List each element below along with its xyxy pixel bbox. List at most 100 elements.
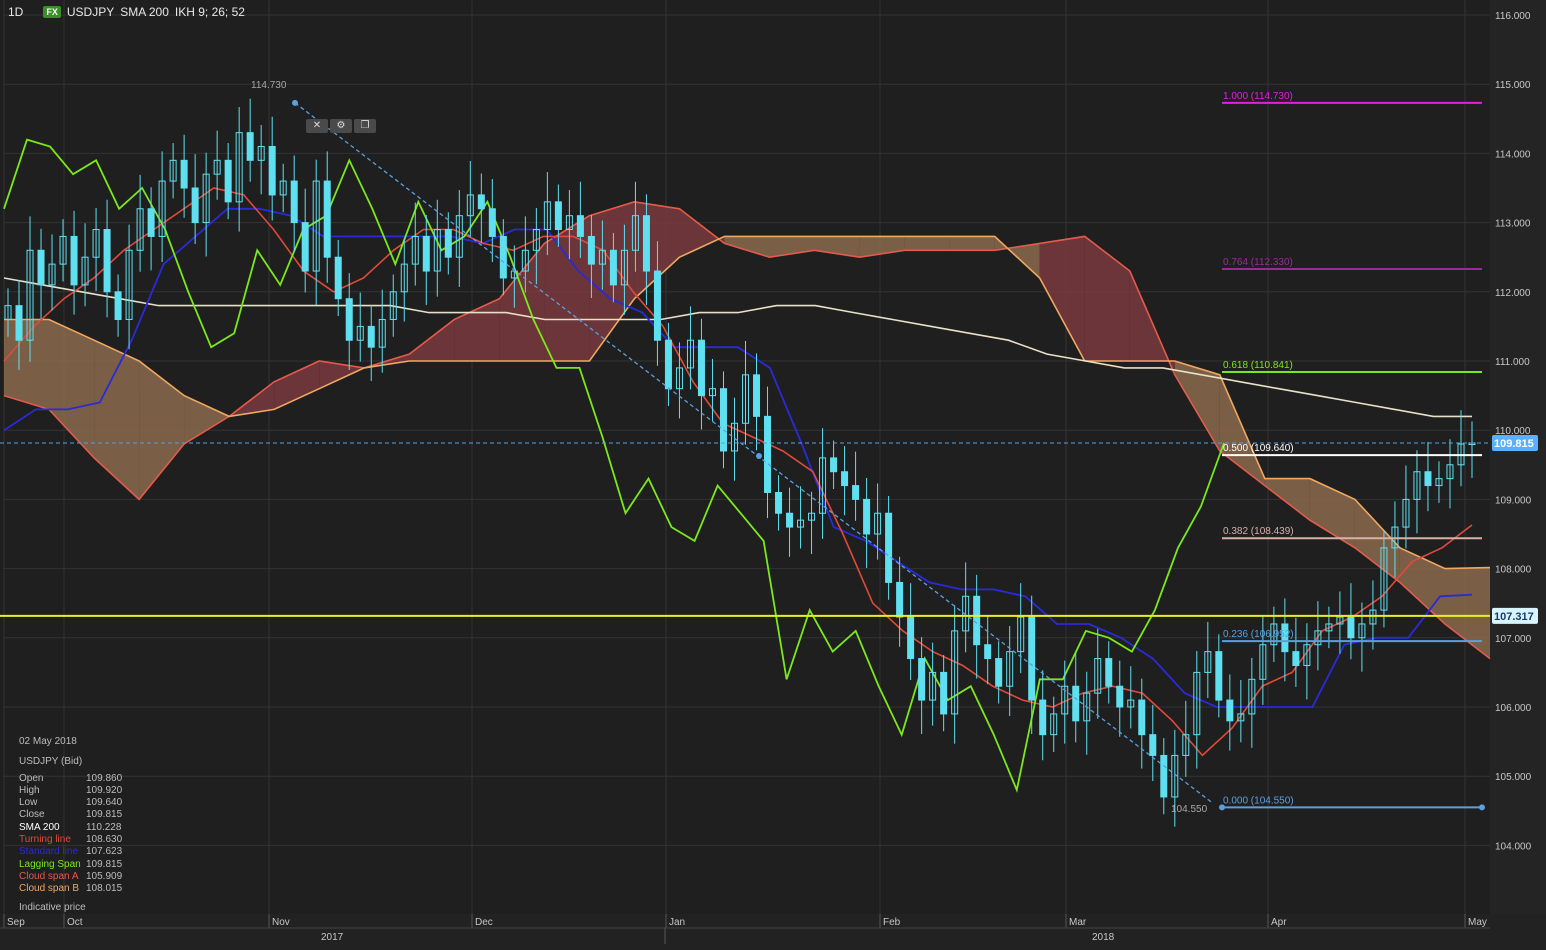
current-price-label: 109.815 [1494,438,1534,450]
candle-body [477,194,485,210]
candle-body [786,512,794,528]
candle-body [1424,471,1432,487]
info-instrument: USDJPY (Bid) [19,756,83,768]
candle-body [499,235,507,279]
candle-body [587,235,595,265]
fib-level-label: 0.764 (112.330) [1223,257,1293,268]
info-row: Turning line 108.630 [19,834,122,846]
candle-body [422,235,430,272]
info-row: High 109.920 [19,785,122,797]
candle-body [697,339,705,397]
price-tick-label: 116.000 [1495,11,1531,22]
candle-body [1292,651,1300,666]
candle-body [896,581,904,618]
fib-level-label: 1.000 (114.730) [1223,91,1293,102]
candle-body [764,415,772,493]
info-row-label: Cloud span A [19,870,79,882]
candle-body [1028,616,1036,701]
candle-body [1116,685,1124,708]
candle-body [15,305,23,341]
fx-badge-icon: FX [43,6,61,18]
info-row: Open 109.860 [19,773,122,785]
cloud-segment [904,236,950,251]
cloud-segment [4,319,49,410]
fib-anchor [1479,804,1485,811]
timeframe-label[interactable]: 1D [8,5,23,19]
trend-anchor [756,453,762,459]
copy-icon[interactable]: ❐ [354,119,376,133]
candle-body [609,249,617,286]
price-chart[interactable]: 116.000 115.000 114.000 113.000 112.000 111.0… [0,0,1546,950]
info-row-label: High [19,784,40,796]
info-row-value: 110.228 [86,821,122,833]
candle-body [290,180,298,224]
candle-body [114,291,122,320]
year-label: 2018 [1092,932,1115,943]
month-label: Mar [1069,917,1087,928]
fib-level-label: 0.618 (110.841) [1223,360,1293,371]
info-row: Cloud span A 105.909 [19,871,122,883]
month-label: Nov [272,917,290,928]
month-label: Jan [669,917,685,928]
info-row-label: Low [19,797,38,809]
close-icon[interactable]: ✕ [306,119,328,133]
candle-body [1160,754,1168,798]
info-row-label: SMA 200 [19,821,60,833]
candle-body [444,229,452,258]
candle-body [323,180,331,258]
study-ichimoku-label[interactable]: IKH 9; 26; 52 [175,5,245,19]
candle-body [224,159,232,203]
candle-body [1215,651,1223,701]
info-row-value: 108.015 [86,883,123,895]
candle-body [1072,685,1080,722]
chart-header: 1D FX USDJPY SMA 200 IKH 9; 26; 52 [8,4,245,20]
month-label: Apr [1271,917,1287,928]
info-row-value: 109.920 [86,784,123,796]
candle-body [653,270,661,341]
candle-body [1347,616,1355,639]
info-row-label: Lagging Span [19,858,81,870]
candle-body [345,298,353,341]
info-row-value: 108.630 [86,834,123,846]
info-rows: Open 109.860 High 109.920 Low 109.640 Close 109… [19,773,122,896]
info-row-label: Cloud span B [19,883,80,895]
fib-level-label: 0.382 (108.439) [1223,526,1294,537]
price-tick-label: 106.000 [1495,703,1532,714]
candle-body [642,215,650,272]
candle-body [995,658,1003,687]
candle-body [885,512,893,583]
fib-anchor [1219,804,1225,811]
symbol-label[interactable]: USDJPY [67,5,114,19]
info-footer: Indicative price [19,901,86,913]
info-row: Lagging Span 109.815 [19,859,122,871]
info-row-label: Close [19,809,45,821]
candle-body [268,145,276,196]
info-row: Standard line 107.623 [19,846,122,858]
candle-body [334,256,342,300]
info-row-label: Standard line [19,846,78,858]
candle-body [1105,658,1113,687]
candle-body [984,644,992,660]
candle-body [719,388,727,452]
price-tick-label: 109.000 [1495,495,1532,506]
candle-body [830,457,838,473]
hline-price-label: 107.317 [1494,611,1534,623]
price-tick-label: 115.000 [1495,80,1531,91]
candle-body [37,249,45,286]
cloud-segment [949,236,995,251]
month-label: May [1468,917,1487,928]
trend-anchor [292,99,298,106]
candle-body [191,187,199,224]
candle-body [70,235,78,286]
candle-body [775,491,783,514]
price-tick-label: 111.000 [1495,357,1530,368]
month-label: Feb [883,917,901,928]
candle-body [753,374,761,417]
year-label: 2017 [321,932,344,943]
gear-icon[interactable]: ⚙ [330,119,352,133]
candle-body [1039,699,1047,736]
info-row: SMA 200 110.228 [19,822,122,834]
study-sma-label[interactable]: SMA 200 [120,5,169,19]
candle-body [664,339,672,390]
candle-body [180,159,188,189]
